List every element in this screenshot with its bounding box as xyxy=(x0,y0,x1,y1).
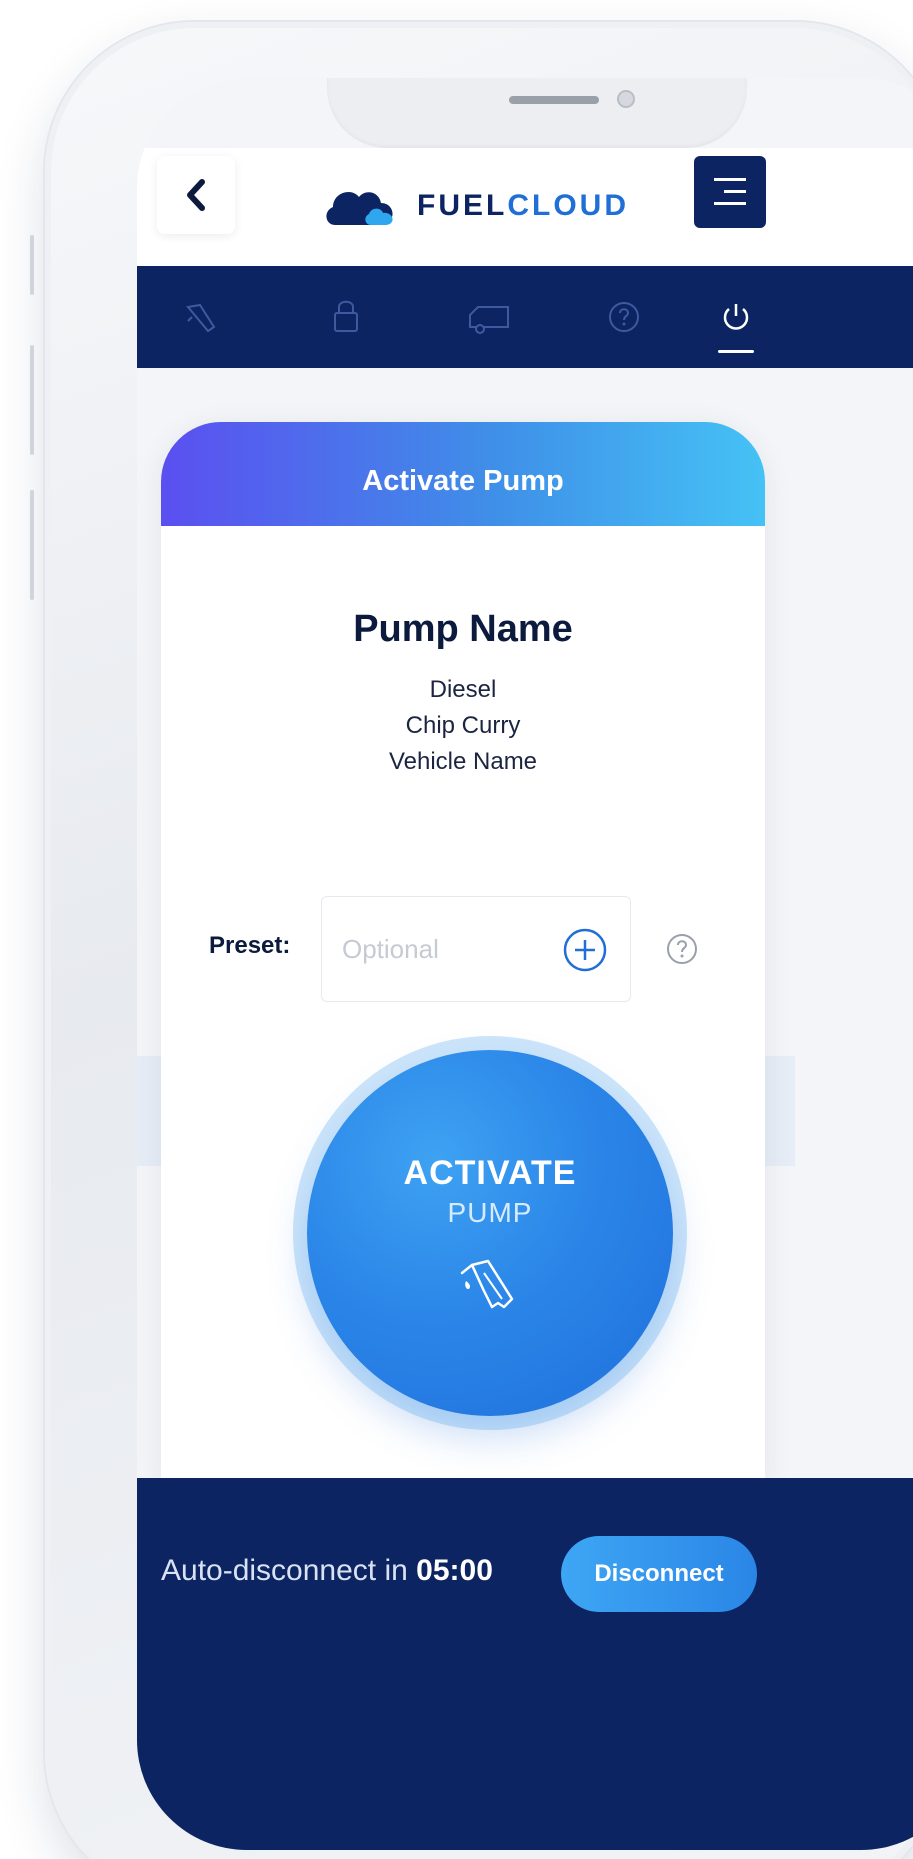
pump-driver-name: Chip Curry xyxy=(405,712,521,739)
countdown-timer: 05:00 xyxy=(416,1554,493,1587)
background-panel xyxy=(765,1056,795,1166)
nav-item-lock[interactable] xyxy=(319,290,373,344)
phone-side-button xyxy=(30,345,34,455)
nav-item-vehicle[interactable] xyxy=(462,290,516,344)
phone-frame: FUELCLOUD Activate Pump Pump Name Diesel… xyxy=(45,22,913,1859)
phone-side-button xyxy=(30,490,34,600)
nav-item-power[interactable] xyxy=(709,290,763,344)
preset-field xyxy=(321,896,631,1002)
logo-text-fuel: FUEL xyxy=(417,189,508,222)
auto-disconnect-text: Auto-disconnect in 05:00 xyxy=(161,1554,493,1588)
page-background: FUELCLOUD Activate Pump Pump Name Diesel… xyxy=(0,0,913,1859)
preset-help-button[interactable] xyxy=(665,932,699,966)
activate-button-label: ACTIVATE xyxy=(403,1154,577,1192)
active-tab-indicator xyxy=(718,350,754,353)
chevron-left-icon xyxy=(187,179,205,211)
pump-name: Pump Name xyxy=(353,608,573,650)
truck-icon xyxy=(469,306,509,334)
lock-icon xyxy=(334,300,358,332)
nav-item-fuel[interactable] xyxy=(175,290,229,344)
fuelcloud-logo: FUELCLOUD xyxy=(321,176,629,236)
back-button[interactable] xyxy=(157,156,235,234)
nav-bar xyxy=(137,266,913,368)
activate-pump-button[interactable]: ACTIVATE PUMP xyxy=(307,1050,673,1416)
logo-text-cloud: CLOUD xyxy=(507,189,629,222)
pump-vehicle-name: Vehicle Name xyxy=(388,748,538,775)
nav-item-help[interactable] xyxy=(597,290,651,344)
plus-circle-icon xyxy=(563,928,607,972)
menu-button[interactable] xyxy=(694,156,766,228)
preset-input[interactable] xyxy=(342,927,542,971)
hamburger-menu-icon xyxy=(714,178,746,205)
power-icon xyxy=(723,304,749,330)
card-title: Activate Pump xyxy=(161,422,765,526)
auto-disconnect-label: Auto-disconnect in xyxy=(161,1554,417,1587)
fuel-nozzle-icon xyxy=(186,303,216,333)
cloud-icon xyxy=(326,192,393,225)
footer-bar: Auto-disconnect in 05:00 Disconnect xyxy=(137,1478,913,1850)
logo-text: FUELCLOUD xyxy=(417,189,629,223)
activate-pump-card: Activate Pump Pump Name Diesel Chip Curr… xyxy=(161,422,765,1482)
fuel-nozzle-icon xyxy=(460,1259,514,1309)
disconnect-button[interactable]: Disconnect xyxy=(561,1536,757,1612)
preset-add-button[interactable] xyxy=(562,927,608,973)
phone-speaker xyxy=(509,96,599,104)
app-header: FUELCLOUD xyxy=(137,148,913,270)
phone-side-button xyxy=(30,235,34,295)
app-screen: FUELCLOUD Activate Pump Pump Name Diesel… xyxy=(137,78,913,1850)
help-circle-icon xyxy=(609,302,639,332)
activate-button-sublabel: PUMP xyxy=(447,1197,533,1228)
pump-fuel-type: Diesel xyxy=(429,676,497,703)
help-circle-icon xyxy=(667,934,697,964)
phone-notch xyxy=(327,78,747,148)
background-panel xyxy=(137,1056,163,1166)
phone-camera xyxy=(617,90,635,108)
preset-label: Preset: xyxy=(209,932,291,959)
